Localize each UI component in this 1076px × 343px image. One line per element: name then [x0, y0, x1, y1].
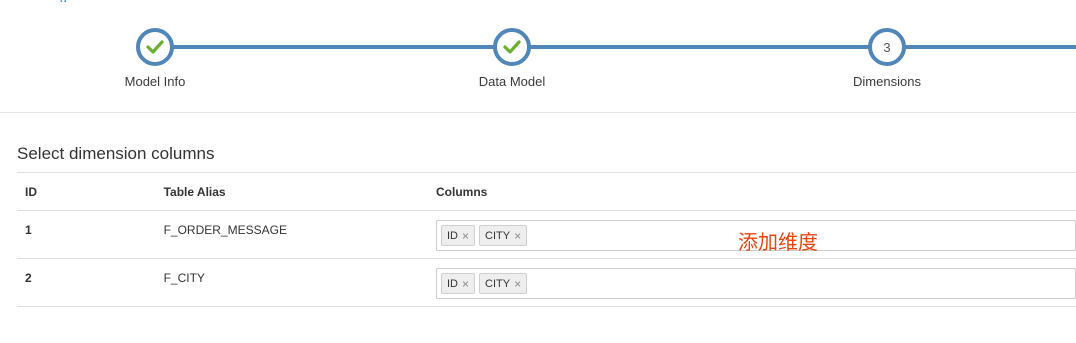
column-tag: ID × [441, 225, 476, 246]
column-header-columns: Columns [428, 172, 1076, 211]
row-table-alias: F_ORDER_MESSAGE [155, 210, 428, 259]
check-icon [146, 40, 164, 54]
row-id: 2 [17, 258, 156, 307]
table-header-row: ID Table Alias Columns [17, 172, 1076, 211]
column-tag: CITY × [479, 225, 528, 246]
table-row: 2 F_CITY ID × CITY × [17, 258, 1076, 307]
remove-tag-icon[interactable]: × [514, 230, 521, 242]
check-icon [503, 40, 521, 54]
column-tag-label: ID [447, 277, 458, 290]
wizard-step-model-info[interactable]: Model Info [85, 28, 225, 89]
wizard-step-dimensions[interactable]: 3 Dimensions [817, 28, 957, 89]
row-id: 1 [17, 210, 156, 259]
step-label: Model Info [124, 74, 186, 89]
dimensions-table: ID Table Alias Columns 1 F_ORDER_MESSAGE… [17, 172, 1076, 307]
row-table-alias: F_CITY [155, 258, 428, 307]
table-row: 1 F_ORDER_MESSAGE ID × CITY × [17, 210, 1076, 259]
column-tag-label: CITY [485, 229, 511, 242]
annotation-text: 添加维度 [738, 232, 818, 254]
remove-tag-icon[interactable]: × [462, 278, 469, 290]
row-columns-cell: ID × CITY × [428, 258, 1076, 307]
column-tag: ID × [441, 273, 476, 294]
columns-tag-input[interactable]: ID × CITY × [436, 268, 1076, 299]
remove-tag-icon[interactable]: × [462, 230, 469, 242]
step-circle: 3 [868, 28, 906, 66]
remove-tag-icon[interactable]: × [514, 278, 521, 290]
step-circle [136, 28, 174, 66]
column-tag-label: CITY [485, 277, 511, 290]
step-label: Dimensions [853, 74, 921, 89]
step-label: Data Model [478, 74, 546, 89]
column-tag: CITY × [479, 273, 528, 294]
wizard-step-data-model[interactable]: Data Model [442, 28, 582, 89]
step-circle [493, 28, 531, 66]
section-title: Select dimension columns [17, 144, 215, 163]
step-number: 3 [883, 39, 891, 55]
column-header-id: ID [17, 172, 156, 211]
wizard-stepper: Model Info Data Model 3 Dimensions [0, 0, 1076, 113]
column-tag-label: ID [447, 229, 458, 242]
page: g Model Info Data Model 3 Dimensions [0, 0, 1076, 343]
column-header-table-alias: Table Alias [155, 172, 428, 211]
